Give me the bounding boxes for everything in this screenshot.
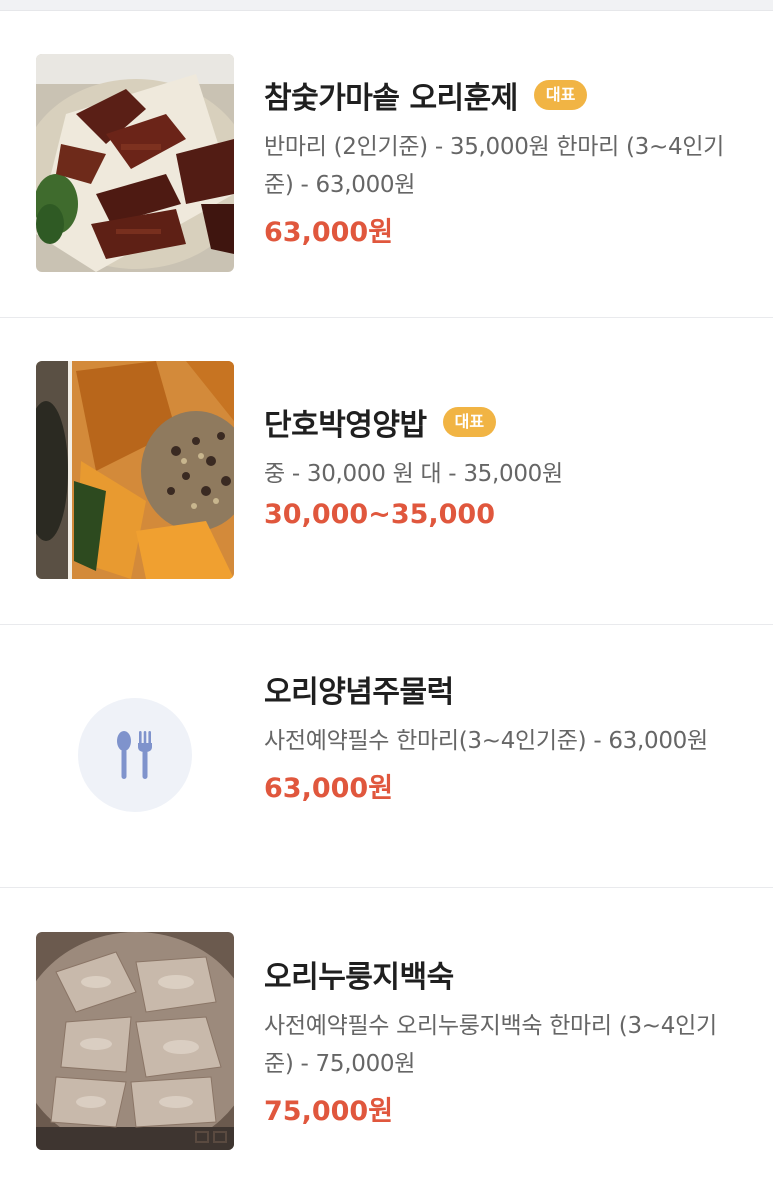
menu-item-description: 사전예약필수 한마리(3~4인기준) - 63,000원 — [264, 728, 708, 754]
title-row: 오리양념주물럭 — [264, 669, 733, 710]
menu-item-title: 오리누룽지백숙 — [264, 960, 454, 995]
menu-item-price: 30,000~35,000 — [264, 499, 496, 530]
menu-item-photo — [36, 54, 234, 272]
menu-item-title: 참숯가마솥 오리훈제 — [264, 81, 518, 116]
menu-item-info: 오리양념주물럭 사전예약필수 한마리(3~4인기준) - 63,000원 63,… — [264, 669, 733, 805]
menu-item-price: 63,000원 — [264, 217, 394, 248]
top-divider — [0, 0, 773, 11]
signature-badge: 대표 — [533, 80, 588, 110]
menu-item-title: 단호박영양밥 — [264, 408, 427, 443]
title-row: 오리누룽지백숙 — [264, 954, 733, 995]
menu-item-info: 오리누룽지백숙 사전예약필수 오리누룽지백숙 한마리 (3~4인기준) - 75… — [264, 954, 733, 1128]
menu-item-price: 75,000원 — [264, 1096, 394, 1127]
menu-item[interactable]: 단호박영양밥 대표 중 - 30,000 원 대 - 35,000원 30,00… — [0, 318, 773, 625]
menu-item-description: 사전예약필수 오리누룽지백숙 한마리 (3~4인기준) - 75,000원 — [264, 1013, 717, 1077]
signature-badge: 대표 — [442, 407, 497, 437]
menu-list: 참숯가마솥 오리훈제 대표 반마리 (2인기준) - 35,000원 한마리 (… — [0, 11, 773, 1186]
utensils-icon — [117, 731, 152, 779]
menu-item[interactable]: 참숯가마솥 오리훈제 대표 반마리 (2인기준) - 35,000원 한마리 (… — [0, 11, 773, 318]
no-image-placeholder — [78, 698, 192, 812]
menu-item-photo — [36, 361, 234, 579]
menu-item-description: 중 - 30,000 원 대 - 35,000원 — [264, 461, 563, 487]
menu-item-photo — [36, 932, 234, 1150]
menu-item-info: 단호박영양밥 대표 중 - 30,000 원 대 - 35,000원 30,00… — [264, 402, 733, 530]
menu-item[interactable]: 오리누룽지백숙 사전예약필수 오리누룽지백숙 한마리 (3~4인기준) - 75… — [0, 888, 773, 1186]
menu-item-description: 반마리 (2인기준) - 35,000원 한마리 (3~4인기준) - 63,0… — [264, 134, 725, 198]
menu-item-info: 참숯가마솥 오리훈제 대표 반마리 (2인기준) - 35,000원 한마리 (… — [264, 75, 733, 249]
menu-item[interactable]: 오리양념주물럭 사전예약필수 한마리(3~4인기준) - 63,000원 63,… — [0, 625, 773, 888]
title-row: 단호박영양밥 대표 — [264, 402, 733, 443]
title-row: 참숯가마솥 오리훈제 대표 — [264, 75, 733, 116]
menu-item-title: 오리양념주물럭 — [264, 675, 454, 710]
menu-item-price: 63,000원 — [264, 773, 394, 804]
